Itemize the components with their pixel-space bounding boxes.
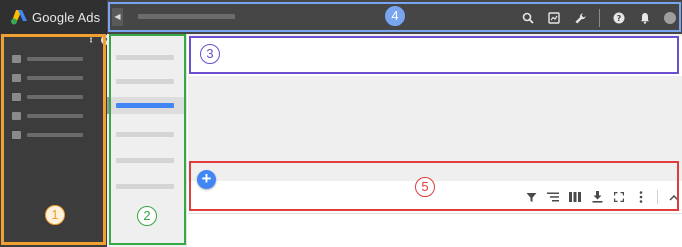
callout-frame-3 (189, 36, 679, 74)
callout-number-4: 4 (385, 6, 405, 26)
callout-number-1: 1 (45, 205, 65, 225)
callout-number-2: 2 (137, 206, 157, 226)
table-area (188, 213, 682, 247)
google-ads-logo (11, 10, 27, 25)
callout-number-5: 5 (415, 177, 435, 197)
logo-row: Google Ads (0, 0, 107, 34)
callout-number-3: 3 (200, 44, 220, 64)
logo-text: Google Ads (32, 9, 101, 25)
